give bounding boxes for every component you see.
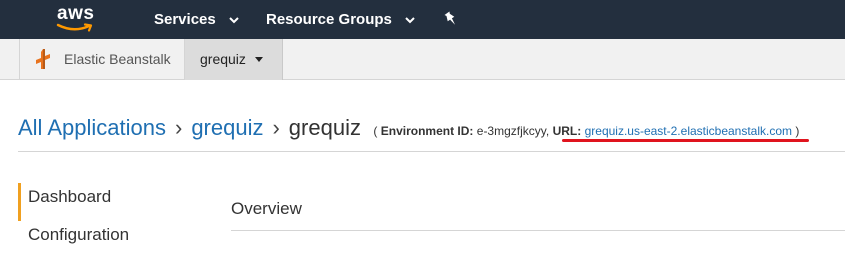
chevron-down-icon	[405, 16, 415, 23]
sidebar-item-dashboard[interactable]: Dashboard	[18, 183, 198, 221]
service-bar: Elastic Beanstalk grequiz	[0, 39, 845, 80]
environment-sidebar: Dashboard Configuration	[18, 183, 198, 255]
application-dropdown-label: grequiz	[200, 51, 246, 67]
sidebar-item-configuration[interactable]: Configuration	[18, 221, 198, 255]
caret-down-icon	[255, 57, 263, 62]
env-url-label: URL:	[552, 124, 582, 138]
env-id-value: e-3mgzfjkcyy,	[476, 124, 550, 138]
overview-divider	[231, 230, 845, 231]
resource-groups-label: Resource Groups	[266, 11, 392, 28]
breadcrumb-environment: grequiz	[288, 115, 361, 140]
overview-heading: Overview	[231, 199, 302, 218]
chevron-down-icon	[229, 16, 239, 23]
resource-groups-menu[interactable]: Resource Groups	[266, 11, 415, 28]
services-menu[interactable]: Services	[154, 11, 239, 28]
env-id-label: Environment ID:	[380, 124, 474, 138]
pin-icon[interactable]	[443, 11, 459, 27]
breadcrumb-separator-icon: ›	[272, 115, 280, 140]
elastic-beanstalk-icon	[36, 49, 50, 69]
breadcrumb-application[interactable]: grequiz	[191, 115, 263, 140]
services-label: Services	[154, 11, 216, 28]
env-info-open-paren: (	[373, 124, 378, 138]
application-dropdown[interactable]: grequiz	[185, 39, 283, 80]
top-nav-bar: aws Services Resource Groups	[0, 0, 845, 39]
aws-logo-text: aws	[57, 3, 95, 24]
header-divider	[18, 151, 845, 152]
env-url-link[interactable]: grequiz.us-east-2.elasticbeanstalk.com	[585, 124, 792, 138]
aws-logo[interactable]: aws	[52, 3, 108, 35]
breadcrumb-all-applications[interactable]: All Applications	[18, 115, 166, 140]
elastic-beanstalk-tab[interactable]: Elastic Beanstalk	[19, 39, 185, 80]
elastic-beanstalk-label: Elastic Beanstalk	[64, 51, 171, 67]
url-highlight-underline	[562, 139, 809, 142]
breadcrumb-separator-icon: ›	[174, 115, 183, 140]
env-info-close-paren: )	[795, 124, 800, 138]
environment-info: ( Environment ID: e-3mgzfjkcyy, URL: gre…	[373, 124, 799, 138]
aws-smile-icon	[56, 23, 93, 32]
